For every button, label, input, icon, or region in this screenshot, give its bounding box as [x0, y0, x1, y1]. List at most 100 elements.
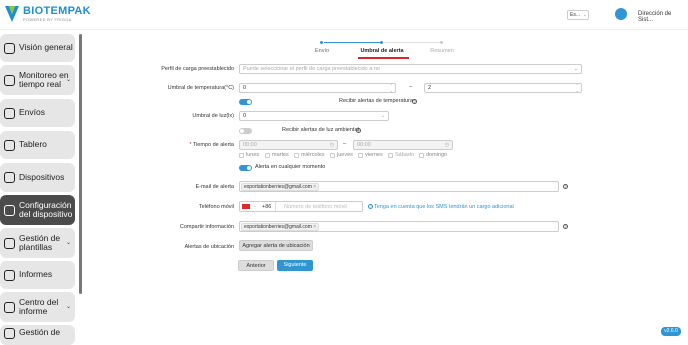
previous-button[interactable]: Anterior [238, 260, 274, 271]
chevron-down-icon: ⌄ [65, 240, 71, 246]
active-step-underline [358, 57, 409, 59]
stepper: Envío Umbral de alerta Resumen [0, 40, 688, 62]
day-label: domingo [426, 152, 448, 158]
step-label-shipment[interactable]: Envío [315, 48, 329, 54]
profile-label: Perfil de carga preestablecido [161, 66, 234, 72]
brand-subtitle: POWERED BY FRIGGA [23, 17, 72, 22]
help-icon[interactable]: ? [412, 99, 417, 104]
step-dot [380, 41, 383, 44]
step-label-summary[interactable]: Resumen [430, 48, 454, 54]
language-select[interactable]: Es... ⌄ [567, 10, 589, 20]
sidebar-item-management[interactable]: Gestión de [0, 325, 75, 345]
sidebar-item-device-config[interactable]: Configuración del dispositivo [0, 195, 75, 225]
sidebar-item-label: Configuración del dispositivo [19, 199, 73, 219]
people-icon [4, 74, 15, 86]
day-checkbox-sunday[interactable] [419, 153, 424, 158]
logo-mark-icon [5, 6, 19, 22]
any-time-alert-toggle[interactable] [239, 165, 252, 171]
day-checkbox-wednesday[interactable] [294, 153, 299, 158]
sidebar-item-dashboard[interactable]: Tablero [0, 131, 75, 159]
email-tag[interactable]: exportationberries@gmail.com × [241, 183, 320, 191]
avatar[interactable] [615, 8, 627, 20]
light-threshold-value: 0 [243, 113, 247, 119]
report-icon [4, 301, 15, 313]
temperature-alert-toggle[interactable] [239, 99, 252, 105]
top-bar: BIOTEMPAK POWERED BY FRIGGA Es... ⌄ Direc… [0, 0, 688, 30]
alert-time-label: * Tiempo de alerta [189, 142, 234, 148]
day-checkbox-saturday[interactable] [388, 153, 393, 158]
temperature-max-input[interactable]: 2 ⌃ ⌄ [424, 83, 582, 93]
share-email-tag[interactable]: exportationberries@gmail.com × [241, 223, 320, 231]
day-checkbox-tuesday[interactable] [265, 153, 270, 158]
chevron-down-icon: ⌄ [65, 304, 71, 310]
sidebar-scrollbar[interactable] [79, 34, 82, 294]
sidebar-item-label: Centro del informe [19, 296, 59, 316]
light-threshold-select[interactable]: 0 ⌄ [239, 111, 389, 121]
profile-placeholder: Puede seleccionar el perfil de carga pre… [243, 66, 380, 72]
chevron-down-icon: ⌄ [582, 12, 587, 18]
help-icon[interactable]: ? [563, 224, 568, 229]
chevron-down-icon[interactable]: ⌄ [253, 203, 256, 208]
toggle-knob [247, 100, 251, 104]
profile-select[interactable]: Puede seleccionar el perfil de carga pre… [239, 64, 582, 74]
device-icon [4, 204, 15, 216]
sidebar-item-reports[interactable]: Informes [0, 261, 75, 289]
help-icon[interactable]: ? [356, 128, 361, 133]
chevron-down-icon: ⌄ [65, 77, 71, 83]
divider [275, 202, 276, 211]
brand-logo[interactable]: BIOTEMPAK POWERED BY FRIGGA [4, 4, 91, 24]
day-label: miércoles [301, 152, 325, 158]
sidebar-item-monitoring[interactable]: Monitoreo en tiempo real ⌄ [0, 65, 75, 95]
sidebar-item-report-center[interactable]: Centro del informe ⌄ [0, 292, 75, 322]
day-label: viernes [365, 152, 383, 158]
alert-time-start[interactable]: 00:00 ◷ [239, 140, 338, 150]
next-button[interactable]: Siguiente [277, 260, 313, 271]
sidebar-item-devices[interactable]: Dispositivos [0, 163, 75, 192]
temperature-min-input[interactable]: 0 ⌃ ⌄ [239, 83, 396, 93]
alert-time-dash: – [343, 141, 347, 147]
sidebar-item-label: Monitoreo en tiempo real [19, 69, 69, 89]
step-label-alert-threshold[interactable]: Umbral de alerta [360, 48, 403, 54]
alert-time-end[interactable]: 00:00 ◷ [353, 140, 453, 150]
day-label: martes [272, 152, 289, 158]
temperature-max-value: 2 [428, 85, 432, 91]
clock-icon: ◷ [329, 142, 334, 148]
location-alert-label: Alertas de ubicación [184, 244, 234, 250]
sidebar-item-label: Informes [19, 269, 53, 280]
day-label: lunes [246, 152, 260, 158]
temperature-label: Umbral de temperatura(°C) [167, 85, 234, 91]
required-mark: * [189, 142, 192, 148]
flag-icon[interactable] [242, 204, 250, 209]
email-tag-text: exportationberries@gmail.com [244, 184, 312, 190]
user-name[interactable]: Dirección de Sist... [638, 11, 688, 23]
day-label: Sábado [395, 152, 414, 158]
stepper-arrows-icon[interactable]: ⌃ ⌄ [390, 83, 393, 93]
day-checkbox-monday[interactable] [239, 153, 244, 158]
toggle-knob [240, 129, 244, 133]
help-icon[interactable]: ? [563, 184, 568, 189]
share-tag-text: exportationberries@gmail.com [244, 224, 312, 230]
add-location-alert-button[interactable]: Agregar alerta de ubicación [239, 240, 313, 251]
share-info-label: Compartir información [179, 224, 234, 230]
alert-time-text: Tiempo de alerta [192, 142, 234, 148]
sidebar-item-templates[interactable]: Gestión de plantillas ⌄ [0, 228, 75, 258]
close-icon[interactable]: × [313, 224, 316, 230]
sidebar-item-label: Envíos [19, 107, 45, 118]
check-icon [4, 172, 15, 183]
temperature-min-value: 0 [243, 85, 247, 91]
day-checkbox-friday[interactable] [358, 153, 363, 158]
sidebar-item-label: Gestión de [19, 327, 61, 337]
light-alert-label: Recibir alertas de luz ambiental [282, 127, 359, 133]
step-dot [320, 41, 323, 44]
phone-placeholder: Número de teléfono móvil [284, 204, 347, 210]
any-time-alert-label: Alerta en cualquier momento [255, 164, 326, 170]
close-icon[interactable]: × [313, 184, 316, 190]
alert-time-end-value: 00:00 [357, 142, 371, 148]
light-alert-toggle[interactable] [239, 128, 252, 134]
dashboard-icon [4, 139, 15, 151]
sidebar-item-shipments[interactable]: Envíos [0, 99, 75, 127]
light-threshold-label: Umbral de luz(lx) [192, 113, 234, 119]
day-checkbox-thursday[interactable] [330, 153, 335, 158]
chevron-down-icon: ⌄ [380, 113, 385, 119]
stepper-arrows-icon[interactable]: ⌃ ⌄ [576, 83, 579, 93]
